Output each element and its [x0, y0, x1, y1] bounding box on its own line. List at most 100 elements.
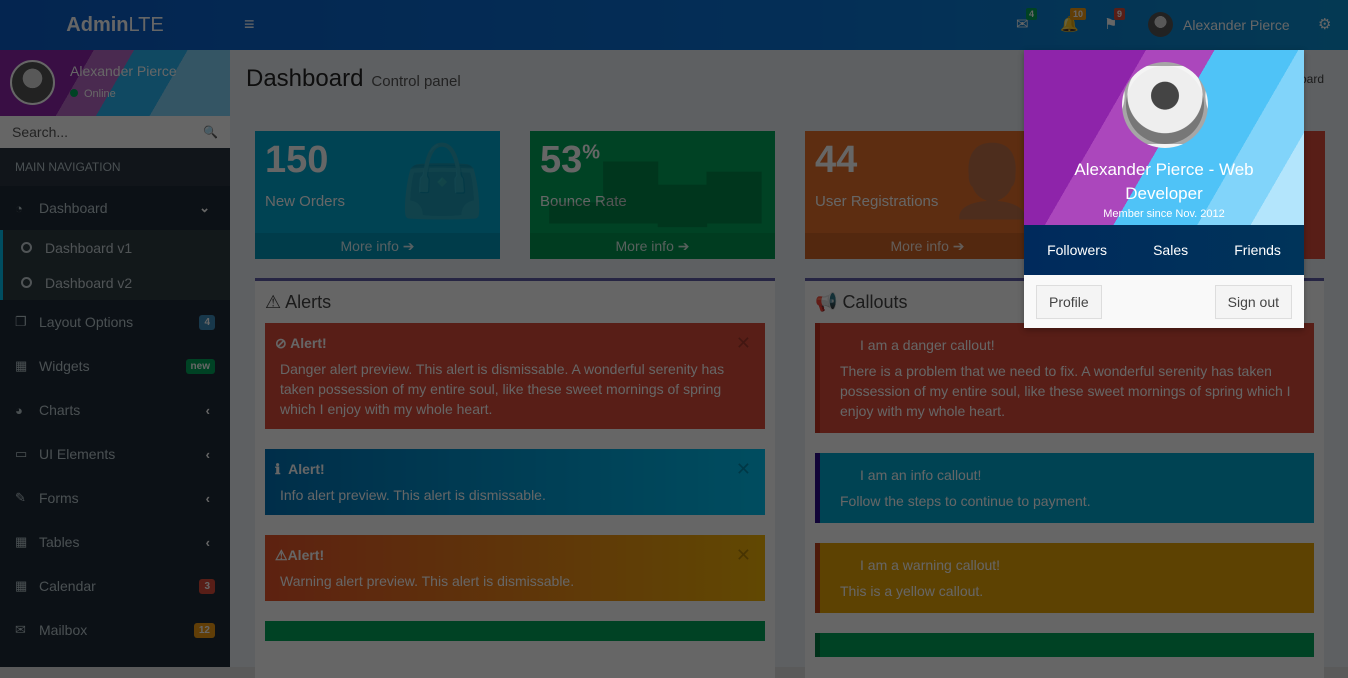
user-header: Alexander Pierce - Web Developer Member … — [1024, 50, 1304, 225]
sidebar-item-forms[interactable]: ✎ Forms ‹ — [0, 476, 230, 520]
bar-chart-icon: ▂▆▄▅ — [549, 143, 761, 221]
callout-title: I am a danger callout! — [860, 337, 995, 353]
callouts-box: 📢 Callouts I am a danger callout! There i… — [805, 278, 1324, 678]
close-icon[interactable]: ✕ — [736, 545, 751, 565]
profile-button[interactable]: Profile — [1036, 284, 1102, 319]
alert-text: Warning alert preview. This alert is dis… — [280, 573, 575, 589]
messages-badge: 4 — [1026, 8, 1038, 20]
menu-icon: ▦ — [15, 578, 28, 593]
sidebar-item-label: Calendar — [39, 578, 96, 594]
search-input[interactable] — [12, 120, 182, 144]
item-badge: 4 — [199, 314, 215, 330]
user-name: Alexander Pierce — [1183, 16, 1290, 33]
menu-icon: ✎ — [15, 490, 26, 505]
title-text: Dashboard — [246, 65, 364, 92]
box-label: User Registrations — [815, 193, 939, 210]
sidebar-item-label: Tables — [39, 534, 80, 550]
close-icon[interactable]: ✕ — [736, 333, 751, 353]
sidebar-item-label: UI Elements — [39, 446, 116, 462]
menu-icon: ◔ — [15, 200, 23, 216]
logo-bold: Admin — [66, 14, 129, 36]
online-status: Online — [70, 88, 116, 100]
member-since: Member since Nov. 2012 — [1103, 208, 1225, 220]
alert-title: Alert! — [287, 547, 325, 563]
status-text: Online — [84, 88, 116, 100]
messages-icon[interactable]: ✉ 4 — [1016, 8, 1038, 33]
box-title: ⚠ Alerts — [255, 281, 775, 323]
sidebar-item-mailbox[interactable]: ✉ Mailbox 12 — [0, 608, 230, 652]
brand-logo[interactable]: AdminLTE — [0, 0, 230, 50]
followers-link[interactable]: Followers — [1047, 242, 1107, 258]
sidebar-item-label: Charts — [39, 402, 81, 418]
sidebar: Alexander Pierce Online 🔍 MAIN NAVIGATIO… — [0, 50, 230, 667]
more-info-link[interactable]: More info ➔ — [805, 233, 1050, 259]
info-box-orders: 150 New Orders 👜 More info ➔ — [255, 131, 500, 259]
info-box-bounce: 53% Bounce Rate ▂▆▄▅ More info ➔ — [530, 131, 775, 259]
sidebar-toggle-icon[interactable]: ≡ — [244, 14, 255, 35]
alert-info: ✕ ℹ Alert! Info alert preview. This alert … — [265, 449, 765, 515]
notifications-badge: 10 — [1070, 8, 1087, 20]
title-text: Callouts — [842, 292, 908, 312]
sidebar-item-tables[interactable]: ▦ Tables ‹ — [0, 520, 230, 564]
search-icon[interactable]: 🔍 — [203, 125, 218, 139]
sidebar-menu: ◔ Dashboard ⌄ Dashboard v1 Dashboard v2 ❐ Layo… — [0, 186, 230, 652]
more-info-link[interactable]: More info ➔ — [255, 233, 500, 259]
friends-link[interactable]: Friends — [1234, 242, 1281, 258]
callout-text: There is a problem that we need to fix. … — [840, 363, 1291, 419]
alert-title: Alert! — [290, 335, 327, 351]
callout-success — [815, 633, 1314, 657]
user-menu-toggle[interactable]: Alexander Pierce — [1148, 12, 1290, 37]
sidebar-item-widgets[interactable]: ▦ Widgets new — [0, 344, 230, 388]
menu-icon: ❐ — [15, 314, 27, 329]
avatar — [1122, 62, 1208, 148]
chevron-icon: ⌄ — [199, 200, 210, 215]
sidebar-subitem[interactable]: Dashboard v1 — [0, 230, 230, 265]
box-label: New Orders — [265, 193, 346, 210]
callout-info: I am an info callout! Follow the steps to… — [815, 453, 1314, 523]
sidebar-item-layout-options[interactable]: ❐ Layout Options 4 — [0, 300, 230, 344]
notifications-icon[interactable]: 🔔 10 — [1060, 8, 1087, 33]
sign-out-button[interactable]: Sign out — [1214, 284, 1292, 319]
alert-success — [265, 621, 765, 641]
sidebar-item-calendar[interactable]: ▦ Calendar 3 — [0, 564, 230, 608]
avatar — [1148, 12, 1173, 37]
menu-icon: ◕ — [15, 402, 23, 418]
page-title: Dashboard Control panel — [246, 65, 461, 93]
user-panel: Alexander Pierce Online — [0, 50, 230, 116]
chevron-icon: ‹ — [205, 490, 210, 506]
top-navbar: AdminLTE ≡ ✉ 4 🔔 10 ⚑ 9 Alexander Pierce ⚙ — [0, 0, 1348, 50]
tasks-icon[interactable]: ⚑ 9 — [1104, 8, 1126, 33]
chevron-icon: ‹ — [205, 402, 210, 418]
callout-text: Follow the steps to continue to payment. — [840, 493, 1091, 509]
info-box-registrations: 44 User Registrations 👤 More info ➔ — [805, 131, 1050, 259]
sidebar-item-dashboard[interactable]: ◔ Dashboard ⌄ — [0, 186, 230, 230]
alerts-box: ⚠ Alerts ✕ ⊘ Alert! Danger alert preview. … — [255, 278, 775, 678]
page-subtitle: Control panel — [371, 73, 461, 90]
subitem-label: Dashboard v2 — [45, 274, 133, 291]
user-name: Alexander Pierce — [70, 63, 177, 79]
bullhorn-icon: 📢 — [815, 292, 838, 312]
gears-icon[interactable]: ⚙ — [1318, 15, 1331, 33]
sidebar-subitem[interactable]: Dashboard v2 — [0, 265, 230, 300]
logo-light: LTE — [128, 14, 164, 36]
circle-icon — [21, 242, 32, 253]
sidebar-item-ui-elements[interactable]: ▭ UI Elements ‹ — [0, 432, 230, 476]
item-badge: new — [185, 358, 215, 374]
sidebar-item-label: Widgets — [39, 358, 90, 374]
info-icon: ℹ — [275, 461, 281, 477]
chevron-icon: ‹ — [205, 446, 210, 462]
more-info-link[interactable]: More info ➔ — [530, 233, 775, 259]
chevron-icon: ‹ — [205, 534, 210, 550]
item-badge: 3 — [199, 578, 215, 594]
sidebar-item-label: Mailbox — [39, 622, 88, 638]
box-value: 44 — [815, 139, 858, 181]
alert-text: Info alert preview. This alert is dismis… — [280, 487, 546, 503]
box-value: 150 — [265, 139, 329, 181]
sales-link[interactable]: Sales — [1153, 242, 1188, 258]
sidebar-item-label: Forms — [39, 490, 79, 506]
nav-header: MAIN NAVIGATION — [0, 148, 230, 186]
circle-icon — [21, 277, 32, 288]
callout-title: I am an info callout! — [860, 467, 982, 483]
close-icon[interactable]: ✕ — [736, 459, 751, 479]
sidebar-item-charts[interactable]: ◕ Charts ‹ — [0, 388, 230, 432]
